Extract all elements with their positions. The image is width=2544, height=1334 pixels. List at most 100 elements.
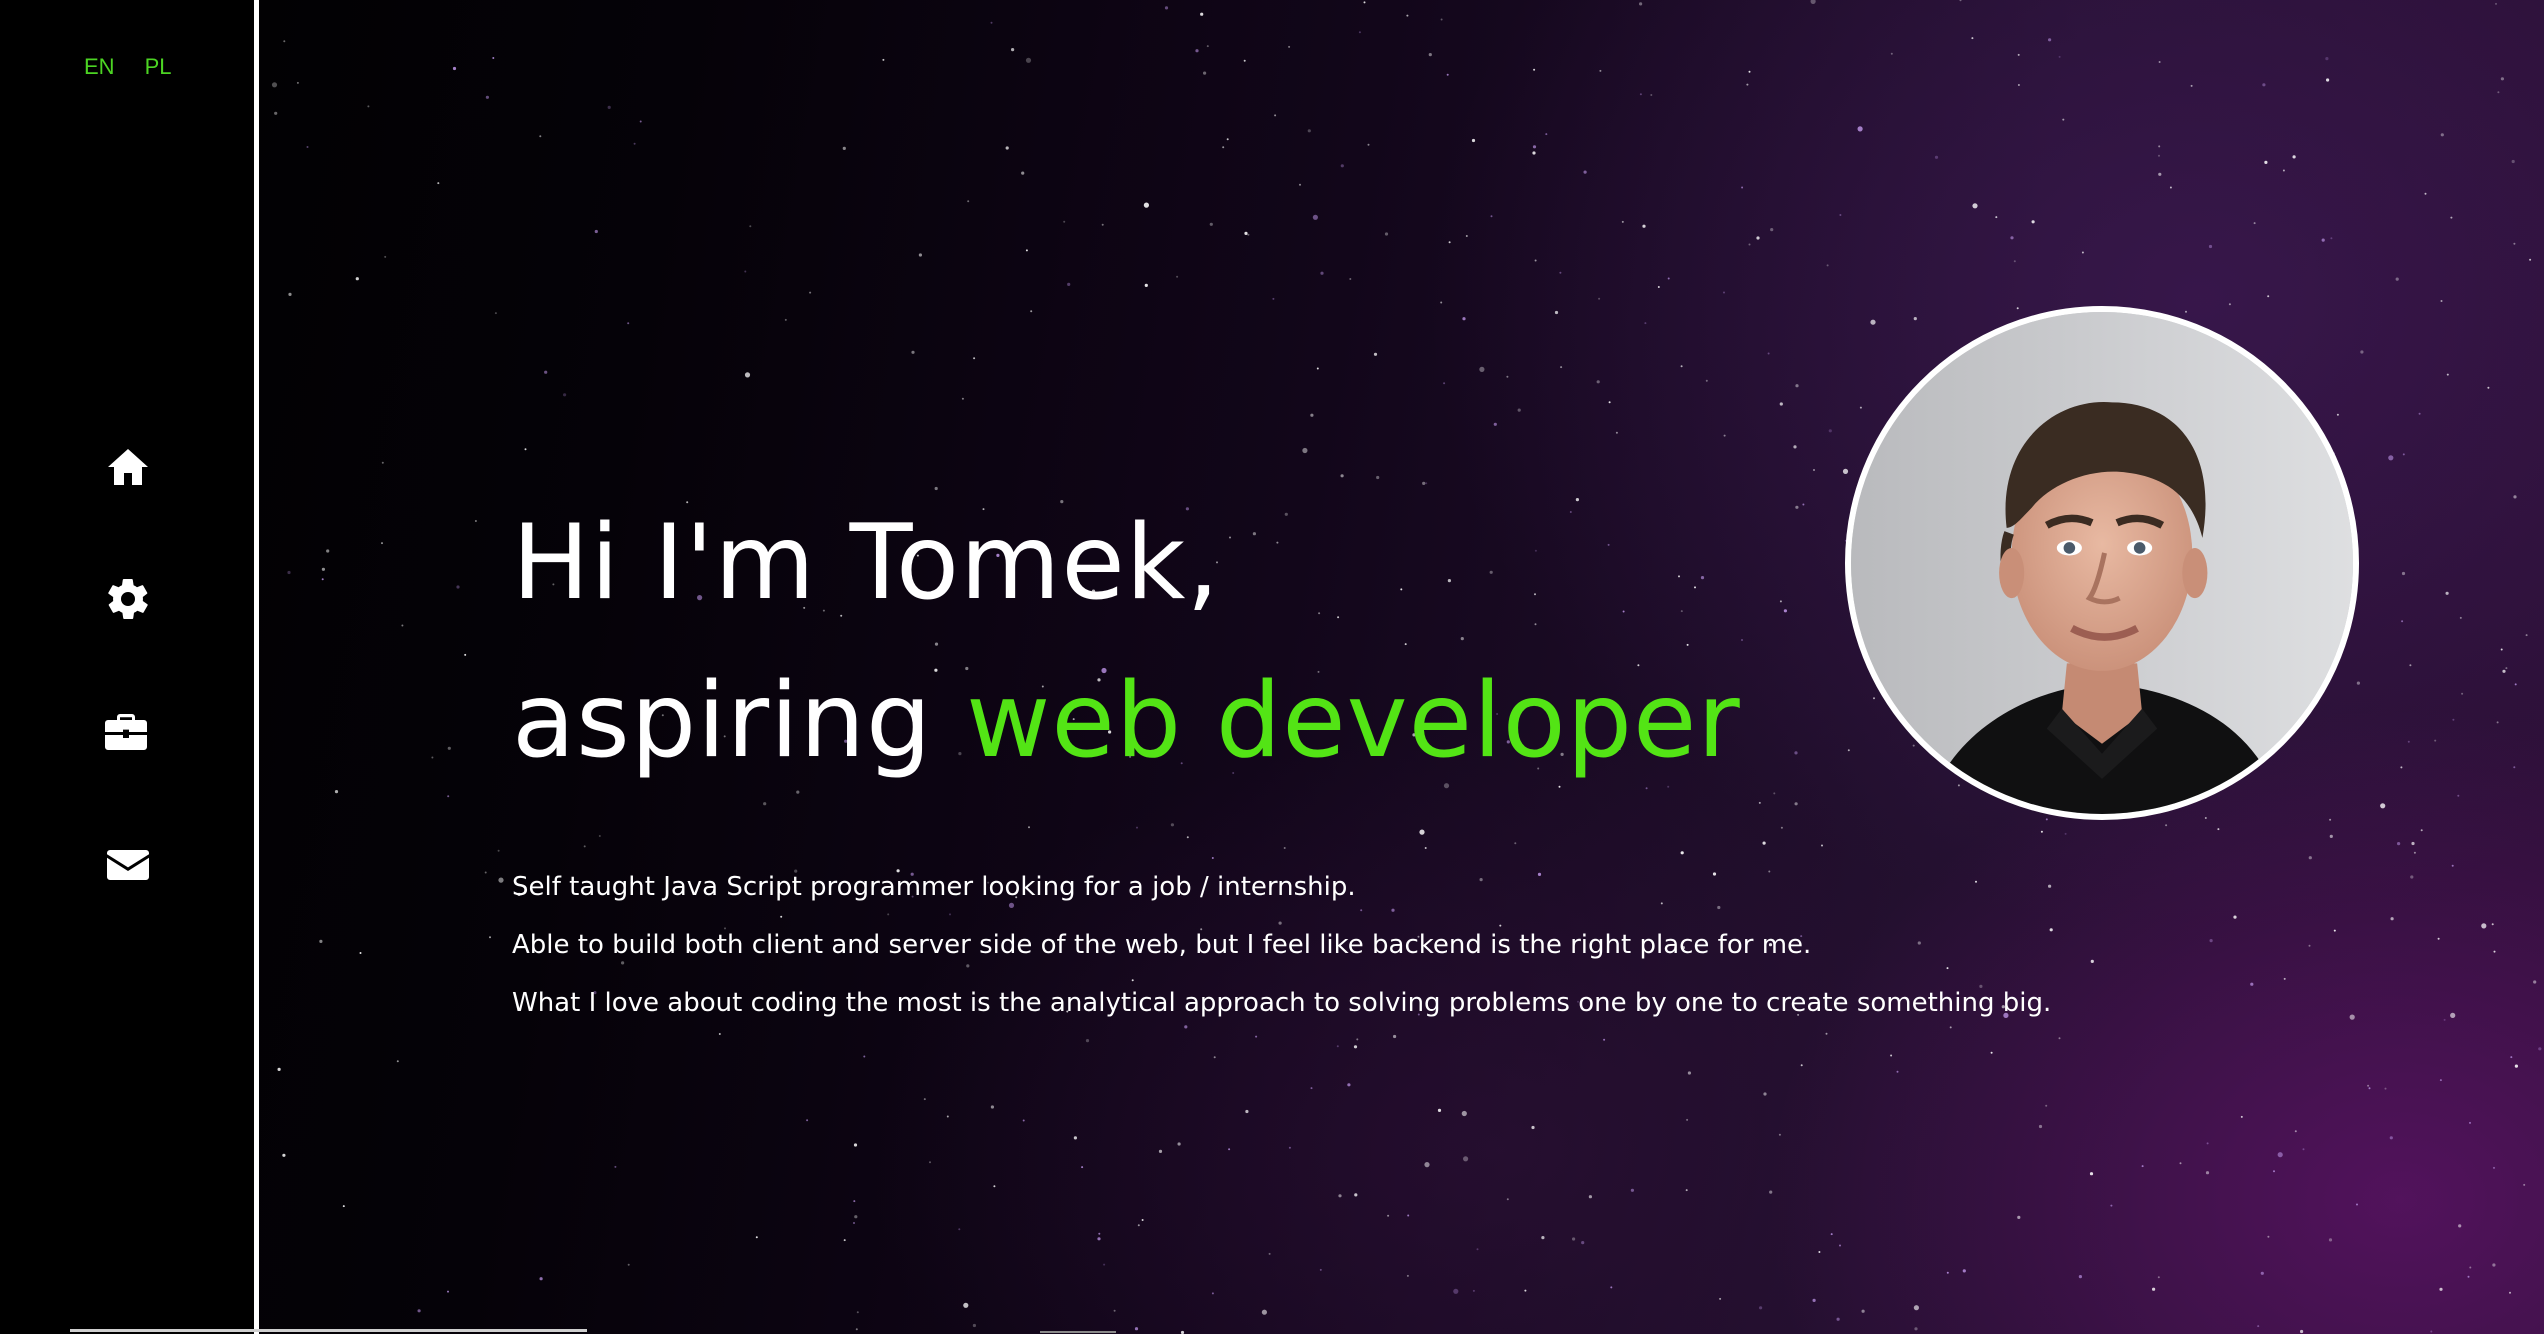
star bbox=[1794, 802, 1798, 806]
star bbox=[2165, 824, 2168, 827]
star bbox=[1025, 249, 1028, 252]
star bbox=[2328, 1238, 2333, 1242]
star bbox=[1134, 1327, 1139, 1331]
star bbox=[282, 1153, 286, 1157]
star bbox=[1476, 1248, 1479, 1251]
star bbox=[2260, 1271, 2264, 1275]
star bbox=[1531, 1125, 1535, 1130]
star bbox=[274, 111, 278, 115]
star bbox=[1795, 384, 1799, 388]
star bbox=[2502, 669, 2506, 673]
star bbox=[381, 542, 383, 545]
star bbox=[2190, 84, 2193, 87]
star bbox=[2078, 1275, 2082, 1279]
star bbox=[1206, 45, 1209, 48]
star bbox=[598, 835, 601, 837]
star bbox=[2040, 830, 2043, 833]
star bbox=[1839, 1244, 1841, 1247]
star bbox=[464, 653, 467, 656]
star bbox=[539, 135, 542, 138]
star bbox=[2321, 238, 2325, 242]
star bbox=[990, 21, 993, 24]
star bbox=[1228, 1148, 1231, 1151]
star bbox=[2267, 1235, 2270, 1238]
star bbox=[1873, 697, 1875, 700]
star bbox=[2017, 1215, 2021, 1219]
star bbox=[2492, 1263, 2496, 1267]
star bbox=[437, 182, 440, 185]
star bbox=[2058, 55, 2061, 58]
star bbox=[718, 1033, 721, 1035]
star bbox=[1113, 1309, 1116, 1312]
nav-portfolio[interactable] bbox=[102, 708, 150, 756]
star bbox=[497, 849, 500, 852]
star bbox=[489, 936, 491, 939]
star bbox=[2380, 803, 2386, 809]
star bbox=[1387, 1214, 1390, 1217]
star bbox=[2401, 571, 2406, 576]
star bbox=[2497, 91, 2500, 94]
star bbox=[1283, 847, 1286, 849]
star bbox=[639, 120, 642, 123]
star bbox=[2017, 53, 2020, 56]
star bbox=[2491, 923, 2494, 926]
star bbox=[1639, 2, 1643, 6]
star bbox=[1354, 1193, 1358, 1197]
hero-heading: Hi I'm Tomek, aspiring web developer bbox=[512, 484, 1741, 800]
star bbox=[2333, 929, 2336, 932]
star bbox=[882, 58, 885, 61]
star bbox=[2282, 169, 2285, 172]
star bbox=[2402, 453, 2405, 456]
star bbox=[806, 1119, 809, 1122]
star bbox=[1440, 18, 1443, 21]
star bbox=[2308, 856, 2312, 860]
star bbox=[1288, 1146, 1291, 1149]
star bbox=[2487, 386, 2490, 389]
star bbox=[1373, 352, 1378, 356]
nav-contact[interactable] bbox=[104, 841, 152, 889]
star bbox=[1995, 216, 1998, 219]
star bbox=[2349, 1014, 2355, 1020]
nav-skills[interactable] bbox=[104, 575, 152, 623]
star bbox=[2329, 834, 2333, 839]
star bbox=[2440, 133, 2444, 137]
star bbox=[384, 255, 387, 258]
star bbox=[2158, 61, 2161, 63]
star bbox=[1762, 841, 1766, 845]
star bbox=[1448, 241, 1451, 244]
star bbox=[1177, 1142, 1181, 1146]
language-switcher: EN PL bbox=[84, 54, 171, 80]
star bbox=[2204, 817, 2207, 819]
star bbox=[2496, 721, 2499, 724]
language-en-link[interactable]: EN bbox=[84, 54, 115, 80]
star bbox=[2205, 1171, 2210, 1175]
star bbox=[355, 277, 359, 281]
star bbox=[2360, 350, 2364, 354]
star bbox=[1621, 220, 1624, 223]
star bbox=[1533, 68, 1536, 71]
star bbox=[271, 82, 278, 88]
star bbox=[2461, 692, 2464, 695]
star bbox=[1793, 445, 1797, 449]
star bbox=[1839, 214, 1842, 216]
star bbox=[1021, 171, 1025, 175]
star bbox=[1826, 264, 1829, 267]
star bbox=[485, 95, 489, 99]
star bbox=[2157, 1276, 2160, 1279]
star bbox=[1795, 505, 1799, 509]
star bbox=[2445, 591, 2449, 595]
star bbox=[2513, 495, 2517, 499]
nav-home[interactable] bbox=[104, 443, 152, 491]
language-pl-link[interactable]: PL bbox=[145, 54, 172, 80]
star bbox=[2206, 1142, 2209, 1145]
star bbox=[1356, 1038, 1359, 1041]
star bbox=[1802, 503, 1805, 506]
star bbox=[1195, 49, 1199, 53]
star bbox=[1890, 1054, 1893, 1057]
star bbox=[1723, 291, 1725, 294]
star bbox=[2493, 1166, 2495, 1169]
star bbox=[749, 225, 752, 228]
star bbox=[2209, 939, 2213, 943]
star bbox=[1367, 143, 1370, 146]
star bbox=[1186, 836, 1189, 839]
